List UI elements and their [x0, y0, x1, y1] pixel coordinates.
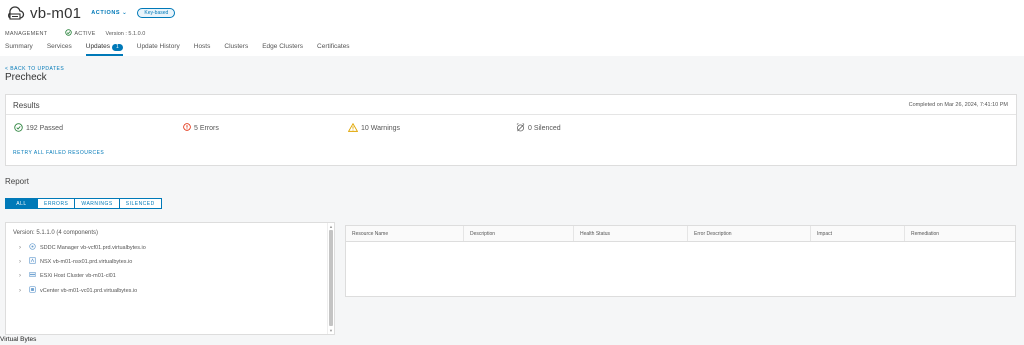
- tab-update-history[interactable]: Update History: [137, 43, 180, 56]
- page-title: Precheck: [5, 72, 47, 83]
- warning-icon: [347, 122, 359, 134]
- completed-timestamp: Completed on Mar 26, 2024, 7:41:10 PM: [908, 102, 1008, 108]
- key-based-badge: Key-based: [137, 8, 176, 18]
- datagrid-header: Resource Name Description Health Status …: [346, 226, 1015, 242]
- column-health-status[interactable]: Health Status: [574, 226, 688, 241]
- updates-count-badge: 1: [111, 44, 123, 51]
- tab-certificates[interactable]: Certificates: [317, 43, 350, 56]
- header: vb-m01 ACTIONS ⌄ Key-based MANAGEMENT AC…: [0, 0, 1024, 56]
- tree-item-label: NSX vb-m01-nsx01.prd.virtualbytes.io: [40, 258, 133, 265]
- domain-meta: MANAGEMENT ACTIVE Version : 5.1.0.0: [5, 29, 145, 38]
- tree-item-sddc-manager[interactable]: › SDDC Manager vb-vcf01.prd.virtualbytes…: [19, 243, 146, 252]
- chevron-right-icon[interactable]: ›: [19, 288, 25, 294]
- tab-label: Update History: [136, 43, 180, 50]
- tree-version-label: Version: 5.1.1.0 (4 components): [13, 230, 99, 236]
- tree-item-nsx[interactable]: › NSX vb-m01-nsx01.prd.virtualbytes.io: [19, 257, 132, 266]
- errors-metric: 5 Errors: [183, 123, 219, 133]
- tab-label: Summary: [5, 43, 33, 50]
- watermark-text: Virtual Bytes: [0, 336, 37, 343]
- tab-label: Services: [46, 43, 72, 50]
- title-row: vb-m01 ACTIONS ⌄ Key-based: [4, 3, 176, 23]
- column-resource-name[interactable]: Resource Name: [346, 226, 464, 241]
- actions-label: ACTIONS: [91, 10, 121, 16]
- silenced-metric: 0 Silenced: [516, 123, 561, 134]
- chevron-down-icon: ⌄: [122, 10, 128, 16]
- warnings-count: 10 Warnings: [361, 125, 401, 132]
- scroll-down-arrow-icon[interactable]: ▼: [329, 328, 333, 333]
- check-circle-icon: [14, 123, 23, 134]
- scrollbar-thumb[interactable]: [329, 230, 333, 326]
- nsx-icon: [29, 257, 36, 266]
- passed-count: 192 Passed: [26, 125, 63, 132]
- tab-edge-clusters[interactable]: Edge Clusters: [262, 43, 303, 56]
- results-card: Results Completed on Mar 26, 2024, 7:41:…: [5, 94, 1017, 166]
- sddc-manager-icon: [29, 243, 36, 252]
- tab-label: Certificates: [317, 43, 350, 50]
- column-impact[interactable]: Impact: [811, 226, 905, 241]
- report-title: Report: [5, 177, 30, 186]
- results-title: Results: [13, 101, 40, 110]
- page-heading: vb-m01: [30, 4, 82, 22]
- tree-item-label: SDDC Manager vb-vcf01.prd.virtualbytes.i…: [40, 244, 146, 251]
- tree-item-esxi-cluster[interactable]: › ESXi Host Cluster vb-m01-cl01: [19, 271, 116, 280]
- silenced-alarm-icon: [516, 123, 525, 134]
- tree-item-label: vCenter vb-m01-vc01.prd.virtualbytes.io: [40, 287, 138, 294]
- tab-label: Hosts: [193, 43, 211, 50]
- tab-services[interactable]: Services: [47, 43, 72, 56]
- filter-warnings[interactable]: WARNINGS: [74, 198, 120, 209]
- resource-datagrid: Resource Name Description Health Status …: [345, 225, 1016, 297]
- tab-hosts[interactable]: Hosts: [194, 43, 211, 56]
- warnings-metric: 10 Warnings: [347, 122, 401, 134]
- passed-metric: 192 Passed: [14, 123, 63, 134]
- tab-summary[interactable]: Summary: [5, 43, 33, 56]
- tab-label: Clusters: [224, 43, 249, 50]
- errors-count: 5 Errors: [194, 124, 219, 132]
- tab-label: Updates: [85, 43, 110, 50]
- chevron-right-icon[interactable]: ›: [19, 259, 25, 265]
- filter-errors[interactable]: ERRORS: [37, 198, 76, 209]
- tree-item-label: ESXi Host Cluster vb-m01-cl01: [40, 272, 116, 279]
- column-error-description[interactable]: Error Description: [688, 226, 811, 241]
- check-circle-icon: [65, 29, 73, 38]
- column-description[interactable]: Description: [464, 226, 574, 241]
- vcenter-icon: [29, 286, 36, 295]
- tree-item-vcenter[interactable]: › vCenter vb-m01-vc01.prd.virtualbytes.i…: [19, 286, 137, 295]
- filter-silenced[interactable]: SILENCED: [118, 198, 162, 209]
- tab-bar: Summary Services Updates 1 Update History…: [5, 43, 364, 56]
- results-header: Results Completed on Mar 26, 2024, 7:41:…: [6, 95, 1016, 115]
- component-tree: Version: 5.1.1.0 (4 components) › SDDC M…: [5, 222, 335, 335]
- column-remediation[interactable]: Remediation: [905, 226, 1015, 241]
- chevron-right-icon[interactable]: ›: [19, 245, 25, 251]
- filter-all[interactable]: ALL: [5, 198, 38, 209]
- silenced-count: 0 Silenced: [528, 125, 561, 132]
- workload-domain-icon: [4, 3, 26, 23]
- domain-type: MANAGEMENT: [5, 30, 48, 37]
- host-cluster-icon: [29, 271, 36, 280]
- error-icon: [183, 123, 191, 133]
- status-badge: ACTIVE: [65, 29, 95, 38]
- retry-all-failed-button[interactable]: RETRY ALL FAILED RESOURCES: [13, 150, 104, 156]
- tab-updates[interactable]: Updates 1: [85, 43, 123, 56]
- report-filter-group: ALL ERRORS WARNINGS SILENCED: [5, 198, 162, 209]
- chevron-right-icon[interactable]: ›: [19, 273, 25, 279]
- status-text: ACTIVE: [74, 30, 96, 37]
- tab-label: Edge Clusters: [262, 43, 304, 50]
- tab-clusters[interactable]: Clusters: [224, 43, 248, 56]
- version-text: Version : 5.1.0.0: [105, 30, 146, 37]
- scroll-up-arrow-icon[interactable]: ▲: [329, 224, 333, 229]
- tree-scrollbar[interactable]: ▲ ▼: [327, 223, 334, 334]
- actions-menu[interactable]: ACTIONS ⌄: [91, 10, 127, 16]
